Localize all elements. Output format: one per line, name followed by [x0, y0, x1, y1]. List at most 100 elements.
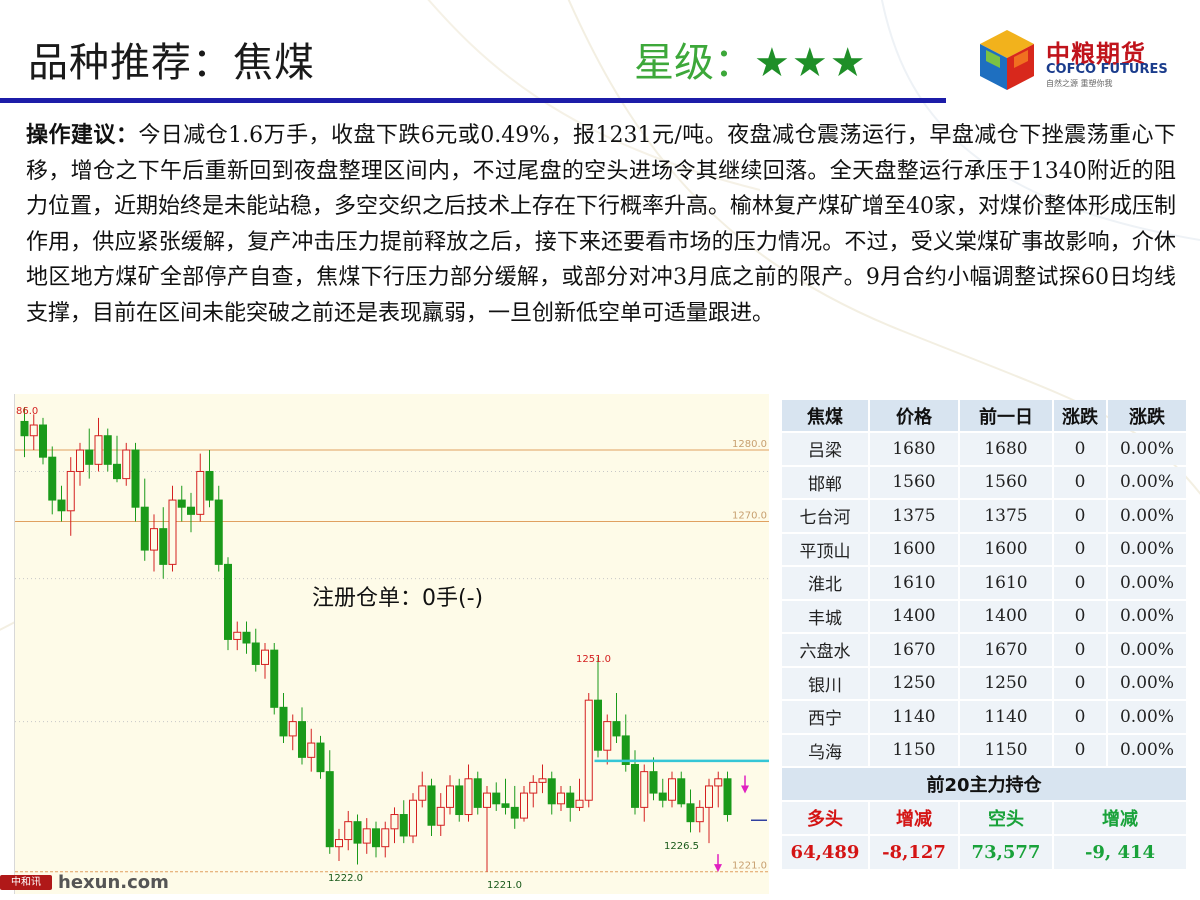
cell-change-pct: 0.00% — [1108, 701, 1186, 733]
candle-down — [242, 631, 251, 644]
candle-down — [723, 778, 732, 816]
candle-up — [66, 470, 75, 512]
cell-name: 七台河 — [782, 500, 868, 532]
candle-down — [399, 814, 408, 837]
candle-down — [224, 563, 232, 640]
logo-cube-icon — [980, 30, 1034, 90]
candle-up — [584, 699, 593, 801]
candle-up — [233, 631, 242, 640]
candle-up — [409, 799, 417, 837]
candle-down — [113, 463, 121, 480]
candle-up — [538, 778, 547, 783]
cell-price: 1400 — [870, 600, 958, 632]
candle-up — [381, 828, 390, 848]
price-panel: 焦煤 价格 前一日 涨跌 涨跌 吕梁 1680 1680 0 0.00% 邯郸 1560 15… — [780, 398, 1188, 871]
cell-change-pct: 0.00% — [1108, 466, 1186, 498]
candle-down — [251, 642, 260, 665]
low-left-price-label: 1222.0 — [328, 873, 363, 884]
candle-up — [335, 839, 343, 848]
cell-name: 银川 — [782, 667, 868, 699]
top-left-price-label: 86.0 — [16, 406, 38, 417]
candle-up — [483, 792, 491, 808]
candle-down — [270, 649, 279, 708]
cell-previous: 1400 — [960, 600, 1052, 632]
candle-down — [649, 771, 658, 794]
warrant-annotation: 注册仓单：0手(-) — [312, 586, 483, 611]
candle-up — [418, 785, 427, 801]
cell-change-pct: 0.00% — [1108, 500, 1186, 532]
col-header-price: 价格 — [870, 400, 958, 431]
cell-change: 0 — [1054, 567, 1106, 599]
candle-down — [103, 435, 112, 465]
down-arrow-head — [714, 864, 722, 873]
advice-label: 操作建议： — [26, 123, 139, 148]
chart-canvas: 1280.0 1270.0 1221.0 86.0 1251.0 1226.5 1222.0… — [15, 406, 769, 891]
candle-down — [140, 506, 149, 551]
candle-up — [29, 424, 38, 437]
top20-holdings-table: 前20主力持仓 多头 增减 空头 增减 64,489 -8,127 73,577… — [780, 766, 1188, 871]
candle-down — [353, 821, 362, 844]
candle-down — [594, 699, 602, 751]
table-row: 西宁 1140 1140 0 0.00% — [782, 701, 1186, 733]
low-mid-price-label: 1221.0 — [487, 880, 522, 891]
candle-up — [714, 778, 723, 787]
holdings-short-change-header: 增减 — [1054, 802, 1186, 834]
high-price-label: 1251.0 — [576, 654, 611, 665]
candle-up — [288, 721, 297, 737]
operation-advice: 操作建议：今日减仓1.6万手，收盘下跌6元或0.49%，报1231元/吨。夜盘减… — [26, 118, 1176, 331]
table-row: 淮北 1610 1610 0 0.00% — [782, 567, 1186, 599]
table-row: 六盘水 1670 1670 0 0.00% — [782, 634, 1186, 666]
holdings-short-value: 73,577 — [960, 836, 1052, 869]
candle-up — [344, 821, 353, 841]
rating-label: 星级： — [634, 40, 754, 86]
cell-previous: 1670 — [960, 634, 1052, 666]
candle-up — [362, 828, 371, 844]
coal-price-table: 焦煤 价格 前一日 涨跌 涨跌 吕梁 1680 1680 0 0.00% 邯郸 1560 15… — [780, 398, 1188, 768]
table-row: 邯郸 1560 1560 0 0.00% — [782, 466, 1186, 498]
cell-change: 0 — [1054, 600, 1106, 632]
candle-down — [316, 742, 325, 773]
holdings-short-change-value: -9, 414 — [1054, 836, 1186, 869]
candle-up — [150, 528, 158, 551]
candle-down — [187, 506, 195, 515]
candle-up — [529, 781, 538, 794]
candle-up — [640, 771, 649, 808]
hexun-watermark: 中和讯 hexun.com — [0, 872, 190, 894]
cell-price: 1610 — [870, 567, 958, 599]
candle-up — [122, 449, 131, 480]
col-header-previous: 前一日 — [960, 400, 1052, 431]
cell-change: 0 — [1054, 667, 1106, 699]
cell-previous: 1600 — [960, 533, 1052, 565]
holdings-caption: 前20主力持仓 — [782, 768, 1186, 800]
candle-down — [39, 424, 47, 458]
cell-price: 1670 — [870, 634, 958, 666]
cell-price: 1560 — [870, 466, 958, 498]
candle-up — [94, 435, 103, 465]
logo-tagline: 自然之源 重塑你我 — [1046, 79, 1113, 88]
candle-down — [48, 456, 57, 501]
candle-down — [205, 470, 214, 501]
price-level-label: 1280.0 — [732, 439, 767, 450]
candle-down — [427, 785, 436, 826]
col-header-change-pct: 涨跌 — [1108, 400, 1186, 431]
candle-up — [557, 792, 565, 805]
candle-up — [464, 778, 473, 816]
cell-previous: 1560 — [960, 466, 1052, 498]
cell-previous: 1250 — [960, 667, 1052, 699]
cell-previous: 1140 — [960, 701, 1052, 733]
cell-change-pct: 0.00% — [1108, 734, 1186, 766]
cell-name: 邯郸 — [782, 466, 868, 498]
candle-down — [631, 764, 639, 808]
candle-up — [390, 814, 399, 830]
holdings-long-value: 64,489 — [782, 836, 868, 869]
candlestick-chart: 1280.0 1270.0 1221.0 86.0 1251.0 1226.5 1222.0… — [14, 394, 769, 894]
candle-down — [473, 778, 482, 808]
candle-up — [168, 499, 177, 565]
cell-name: 乌海 — [782, 734, 868, 766]
page-title: 品种推荐：焦煤 — [28, 40, 315, 86]
candle-up — [520, 792, 528, 819]
cell-name: 西宁 — [782, 701, 868, 733]
candle-down — [85, 449, 94, 465]
cell-change-pct: 0.00% — [1108, 634, 1186, 666]
candle-up — [307, 742, 316, 758]
